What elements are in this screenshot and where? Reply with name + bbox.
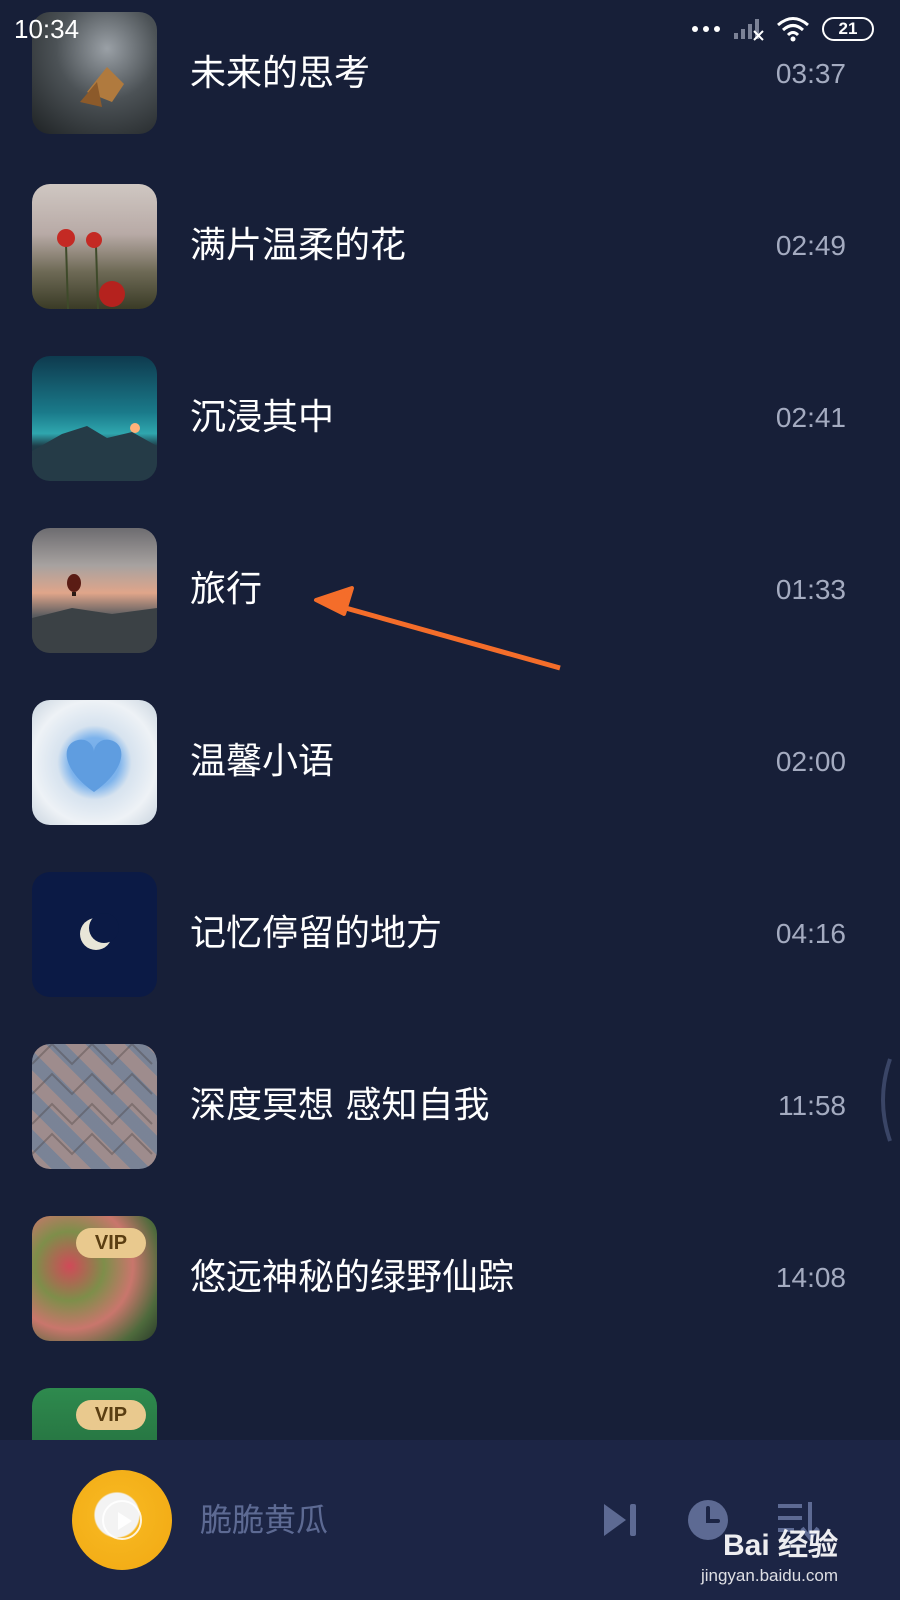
track-title: 悠远神秘的绿野仙踪 (190, 1257, 515, 1298)
track-title: 温馨小语 (190, 741, 335, 782)
battery-icon: 21 (822, 17, 874, 41)
baidu-jingyan-watermark: Bai 经验 jingyan.baidu.com (701, 1520, 838, 1586)
track-duration: 02:41 (775, 402, 846, 433)
vip-badge: VIP (76, 1400, 146, 1430)
status-time: 10:34 (14, 14, 80, 44)
mini-player[interactable]: 脆脆黄瓜 Bai 经验 jingyan.baidu.com (0, 1440, 900, 1600)
list-item[interactable]: 旅行 01:33 (0, 516, 900, 691)
track-thumbnail (32, 528, 157, 653)
track-duration: 11:58 (778, 1090, 846, 1121)
track-title: 旅行 (190, 569, 263, 610)
now-playing-cover[interactable] (72, 1470, 172, 1570)
track-duration: 02:00 (775, 746, 846, 777)
mountain-icon (32, 423, 157, 481)
watermark-url: jingyan.baidu.com (700, 1566, 838, 1585)
watermark-logo-text: Bai 经验 (722, 1529, 838, 1562)
track-title: 沉浸其中 (190, 397, 335, 438)
list-item[interactable]: 记忆停留的地方 04:16 (0, 860, 900, 1035)
moon-icon (80, 913, 119, 950)
flower-icon (57, 229, 125, 309)
track-thumbnail (32, 184, 157, 309)
status-icons: 21 (692, 16, 874, 42)
vip-badge: VIP (76, 1228, 146, 1258)
track-duration: 02:49 (775, 230, 846, 261)
track-title: 满片温柔的花 (190, 225, 407, 266)
track-title: 记忆停留的地方 (190, 913, 443, 954)
status-bar: 10:34 21 (0, 0, 900, 60)
list-item[interactable]: 满片温柔的花 02:49 (0, 172, 900, 347)
track-thumbnail (32, 356, 157, 481)
track-thumbnail (32, 872, 157, 997)
track-duration: 04:16 (775, 918, 846, 949)
track-duration: 01:33 (775, 574, 846, 605)
heart-cloud-icon (66, 739, 122, 792)
wifi-icon (777, 17, 809, 42)
next-track-icon[interactable] (598, 1498, 642, 1542)
scroll-handle[interactable] (874, 1057, 894, 1143)
track-thumbnail: VIP (32, 1216, 157, 1341)
now-playing-title[interactable]: 脆脆黄瓜 (200, 1498, 328, 1542)
list-item[interactable]: 沉浸其中 02:41 (0, 344, 900, 519)
list-item[interactable]: 深度冥想 感知自我 11:58 (0, 1032, 900, 1207)
list-item[interactable]: VIP 悠远神秘的绿野仙踪 14:08 (0, 1204, 900, 1379)
play-icon[interactable] (102, 1500, 142, 1540)
track-thumbnail (32, 700, 157, 825)
signal-icon (734, 19, 764, 41)
track-title: 深度冥想 感知自我 (190, 1085, 490, 1126)
hot-air-balloon-icon (32, 574, 157, 653)
more-dots-icon (692, 26, 720, 32)
list-item[interactable]: 温馨小语 02:00 (0, 688, 900, 863)
track-duration: 14:08 (775, 1262, 846, 1293)
track-thumbnail (32, 1044, 157, 1169)
tiles-pattern-icon (32, 1044, 153, 1156)
